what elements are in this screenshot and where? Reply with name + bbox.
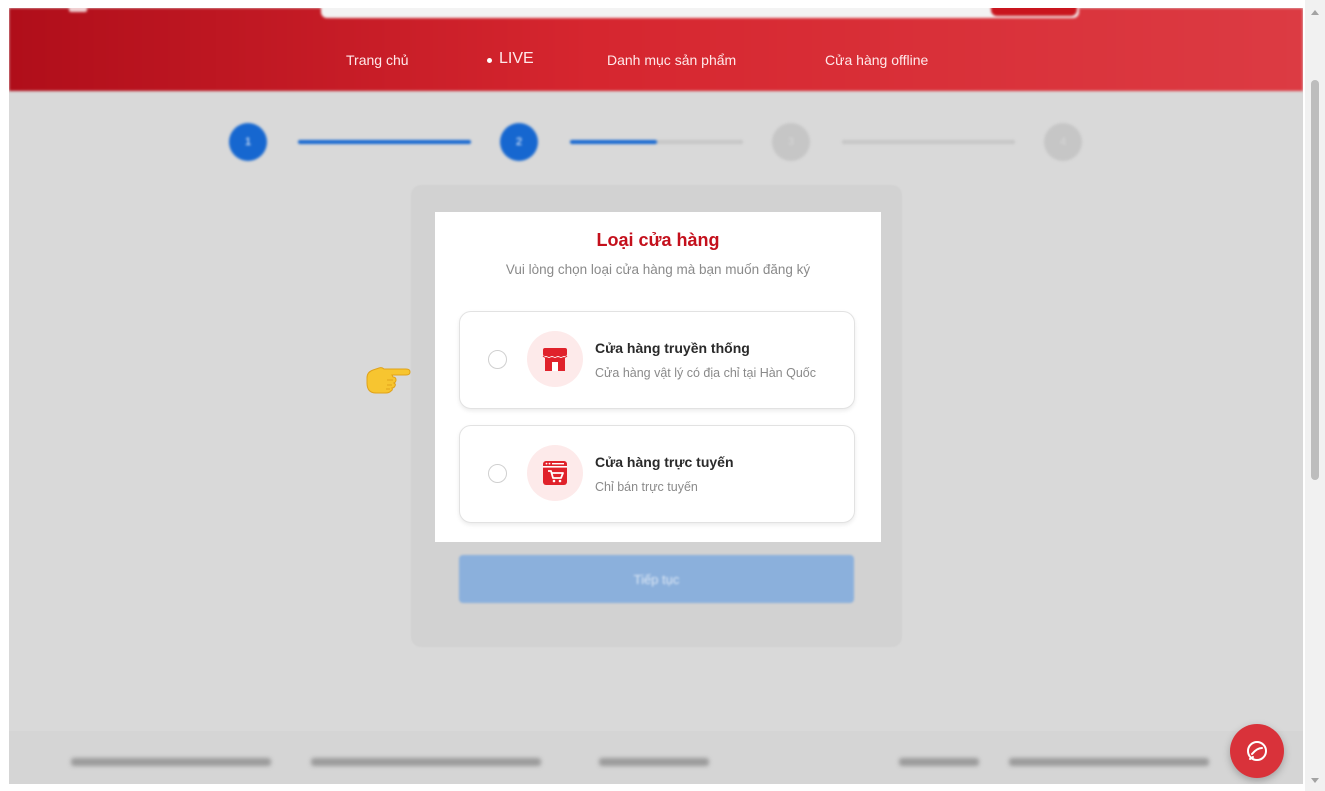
nav-item-live[interactable]: LIVE	[487, 50, 534, 68]
page-frame: Trang chủ LIVE Danh mục sản phẩm Cửa hàn…	[9, 8, 1303, 784]
page-scrollbar[interactable]	[1305, 0, 1325, 791]
scrollbar-thumb[interactable]	[1311, 80, 1319, 480]
scroll-up-icon[interactable]	[1311, 10, 1319, 15]
store-type-panel: Loại cửa hàng Vui lòng chọn loại cửa hàn…	[435, 212, 881, 542]
search-button[interactable]	[991, 8, 1077, 16]
online-shop-cart-icon	[527, 445, 583, 501]
radio-online-store[interactable]	[488, 464, 507, 483]
storefront-icon	[527, 331, 583, 387]
option-description: Cửa hàng vật lý có địa chỉ tại Hàn Quốc	[595, 366, 816, 380]
option-online-store[interactable]: Cửa hàng trực tuyến Chỉ bán trực tuyến	[459, 425, 855, 523]
step-1: 1	[229, 123, 267, 161]
step-3: 3	[772, 123, 810, 161]
main-nav: Trang chủ LIVE Danh mục sản phẩm Cửa hàn…	[9, 50, 1303, 76]
step-4: 4	[1044, 123, 1082, 161]
nav-item-categories[interactable]: Danh mục sản phẩm	[607, 52, 736, 68]
scroll-down-icon[interactable]	[1311, 778, 1319, 783]
registration-stepper: 1 2 3 4	[9, 123, 1303, 161]
option-traditional-store[interactable]: Cửa hàng truyền thống Cửa hàng vật lý có…	[459, 311, 855, 409]
step-2: 2	[500, 123, 538, 161]
footer-link[interactable]	[311, 758, 541, 766]
radio-traditional-store[interactable]	[488, 350, 507, 369]
step-connector-3	[842, 140, 1015, 144]
pointing-hand-icon	[366, 367, 411, 394]
step-connector-2-progress	[570, 140, 657, 144]
chat-bubble-icon	[1247, 741, 1267, 761]
site-header	[9, 8, 1303, 91]
logo[interactable]	[69, 8, 87, 12]
nav-item-home[interactable]: Trang chủ	[346, 52, 409, 68]
step-connector-1	[298, 140, 471, 144]
footer-link[interactable]	[1009, 758, 1209, 766]
panel-title: Loại cửa hàng	[596, 230, 720, 250]
panel-subtitle: Vui lòng chọn loại cửa hàng mà bạn muốn …	[505, 262, 811, 277]
chat-button[interactable]	[1230, 724, 1284, 778]
nav-item-offline-stores[interactable]: Cửa hàng offline	[825, 52, 928, 68]
footer-link[interactable]	[899, 758, 979, 766]
search-bar[interactable]	[321, 8, 1079, 18]
footer-link[interactable]	[71, 758, 271, 766]
option-description: Chỉ bán trực tuyến	[595, 480, 698, 494]
continue-button[interactable]: Tiếp tục	[459, 555, 854, 603]
option-title: Cửa hàng truyền thống	[595, 340, 750, 356]
footer-link[interactable]	[599, 758, 709, 766]
option-title: Cửa hàng trực tuyến	[595, 454, 734, 470]
